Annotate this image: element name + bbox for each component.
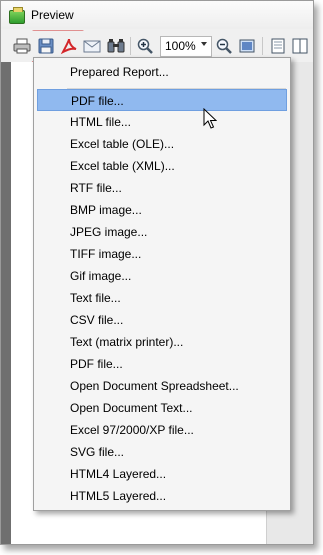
zoom-in-icon xyxy=(137,38,153,54)
page-view-icon xyxy=(239,39,255,53)
single-page-button[interactable] xyxy=(267,35,289,57)
pdf-icon xyxy=(60,38,77,55)
zoom-select[interactable]: 100% xyxy=(160,36,212,57)
toolbar-separator xyxy=(262,37,263,55)
menu-item[interactable]: HTML file... xyxy=(37,111,287,133)
zoom-out-icon xyxy=(216,38,232,54)
two-page-icon xyxy=(292,38,308,54)
email-icon xyxy=(83,40,101,53)
zoom-out-button[interactable] xyxy=(213,35,235,57)
chevron-down-icon xyxy=(201,42,207,46)
toolbar-separator xyxy=(130,37,131,55)
app-icon xyxy=(9,7,25,24)
save-button[interactable] xyxy=(35,35,57,57)
title-bar[interactable]: Preview xyxy=(1,1,313,29)
save-format-menu: Prepared Report... PDF file... HTML file..… xyxy=(33,57,291,511)
email-button[interactable] xyxy=(81,35,103,57)
save-icon xyxy=(38,38,54,54)
mouse-cursor-icon xyxy=(203,108,217,129)
menu-item[interactable]: SVG file... xyxy=(37,441,287,463)
menu-item[interactable]: CSV file... xyxy=(37,309,287,331)
menu-item[interactable]: Excel table (OLE)... xyxy=(37,133,287,155)
menu-item[interactable]: HTML5 Layered... xyxy=(37,485,287,507)
menu-item[interactable]: Excel table (XML)... xyxy=(37,155,287,177)
two-page-button[interactable] xyxy=(289,35,311,57)
page-view-button[interactable] xyxy=(236,35,258,57)
menu-item[interactable]: Open Document Text... xyxy=(37,397,287,419)
zoom-value: 100% xyxy=(165,39,196,53)
menu-item[interactable]: HTML4 Layered... xyxy=(37,463,287,485)
menu-separator xyxy=(67,88,286,89)
menu-item[interactable]: JPEG image... xyxy=(37,221,287,243)
menu-item[interactable]: Excel 97/2000/XP file... xyxy=(37,419,287,441)
print-button[interactable] xyxy=(11,35,33,57)
menu-item[interactable]: Prepared Report... xyxy=(37,61,287,83)
menu-item[interactable]: Gif image... xyxy=(37,265,287,287)
printer-icon xyxy=(13,38,31,54)
zoom-in-button[interactable] xyxy=(134,35,156,57)
menu-item[interactable]: RTF file... xyxy=(37,177,287,199)
menu-item[interactable]: PDF file... xyxy=(37,353,287,375)
single-page-icon xyxy=(271,38,285,54)
menu-item[interactable]: BMP image... xyxy=(37,199,287,221)
menu-item[interactable]: PDF file... xyxy=(37,89,287,111)
find-icon xyxy=(107,39,125,53)
menu-item[interactable]: Text (matrix printer)... xyxy=(37,331,287,353)
pdf-button[interactable] xyxy=(58,35,80,57)
menu-item[interactable]: Open Document Spreadsheet... xyxy=(37,375,287,397)
find-button[interactable] xyxy=(105,35,127,57)
window-title: Preview xyxy=(31,8,74,22)
menu-item[interactable]: TIFF image... xyxy=(37,243,287,265)
menu-item[interactable]: Text file... xyxy=(37,287,287,309)
